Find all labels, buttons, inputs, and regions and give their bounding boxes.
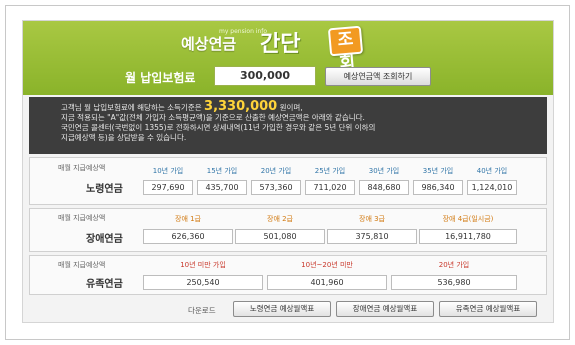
old-age-section: 매월 지급예상액 노령연금 10년 가입 15년 가입 20년 가입 25년 가… (29, 157, 547, 205)
disability-table-download-button[interactable]: 장애연금 예상월액표 (336, 301, 434, 317)
disability-label: 장애연금 (86, 234, 123, 245)
old-age-header: 35년 가입 (422, 167, 454, 175)
old-age-header: 30년 가입 (368, 167, 400, 175)
survivor-header: 10년~20년 미만 (301, 261, 353, 269)
brand-view-badge: 조회 (327, 25, 364, 74)
premium-input[interactable]: 300,000 (214, 66, 316, 86)
survivor-label-small: 매월 지급예상액 (58, 261, 106, 269)
old-age-value: 435,700 (197, 180, 247, 195)
info-line-1: 고객님 월 납입보험료에 해당하는 소득기준은 3,330,000 원이며, (61, 99, 547, 114)
survivor-value: 536,980 (391, 275, 517, 290)
old-age-value: 848,680 (359, 180, 409, 195)
old-age-value: 573,360 (251, 180, 301, 195)
disability-value: 501,080 (235, 229, 325, 244)
brand-easy: 간단 (260, 32, 301, 57)
info-line-4: 지급예상액 등)을 상담받을 수 있습니다. (61, 133, 187, 142)
info-line-3: 국민연금 콜센터(국번없이 1355)로 전화하시면 상세내역(11년 가입한 … (61, 123, 376, 132)
disability-header: 장애 4급(일시금) (442, 215, 494, 223)
survivor-value: 401,960 (267, 275, 387, 290)
income-amount: 3,330,000 (204, 99, 278, 114)
disability-header: 장애 3급 (359, 215, 385, 223)
old-age-value: 297,690 (143, 180, 193, 195)
query-button[interactable]: 예상연금액 조회하기 (325, 67, 431, 86)
old-age-header: 25년 가입 (314, 167, 346, 175)
disability-value: 16,911,780 (419, 229, 517, 244)
survivor-section: 매월 지급예상액 유족연금 10년 미만 가입 10년~20년 미만 20년 가… (29, 255, 547, 295)
old-age-value: 1,124,010 (467, 180, 517, 195)
old-age-value: 711,020 (305, 180, 355, 195)
old-age-label-small: 매월 지급예상액 (58, 164, 106, 172)
old-age-header: 20년 가입 (260, 167, 292, 175)
disability-section: 매월 지급예상액 장애연금 장애 1급 장애 2급 장애 3급 장애 4급(일시… (29, 208, 547, 252)
download-label: 다운로드 (188, 306, 216, 315)
info-line-1-post: 원이며, (279, 103, 303, 112)
disability-header: 장애 2급 (267, 215, 293, 223)
survivor-table-download-button[interactable]: 유족연금 예상월액표 (439, 301, 537, 317)
old-age-header: 10년 가입 (152, 167, 184, 175)
info-line-1-pre: 고객님 월 납입보험료에 해당하는 소득기준은 (61, 103, 202, 112)
survivor-value: 250,540 (143, 275, 263, 290)
old-age-header: 15년 가입 (206, 167, 238, 175)
survivor-header: 20년 가입 (438, 261, 470, 269)
info-line-2: 지금 적용되는 "A"값(전체 가입자 소득평균액)을 기준으로 산출한 예상연… (61, 113, 365, 122)
survivor-label: 유족연금 (86, 279, 123, 290)
pension-widget: my pension info 예상연금 간단 조회 월 납입보험료 300,0… (22, 20, 554, 323)
disability-label-small: 매월 지급예상액 (58, 214, 106, 222)
old-age-label: 노령연금 (86, 184, 123, 195)
brand-title: 예상연금 (181, 35, 237, 53)
premium-label: 월 납입보험료 (125, 71, 196, 85)
info-box: 고객님 월 납입보험료에 해당하는 소득기준은 3,330,000 원이며, 지… (29, 97, 547, 154)
survivor-header: 10년 미만 가입 (180, 261, 226, 269)
old-age-value: 986,340 (413, 180, 463, 195)
old-age-table-download-button[interactable]: 노령연금 예상월액표 (233, 301, 331, 317)
disability-header: 장애 1급 (175, 215, 201, 223)
disability-value: 626,360 (143, 229, 233, 244)
old-age-header: 40년 가입 (476, 167, 508, 175)
disability-value: 375,810 (327, 229, 417, 244)
header: my pension info 예상연금 간단 조회 월 납입보험료 300,0… (23, 21, 553, 95)
